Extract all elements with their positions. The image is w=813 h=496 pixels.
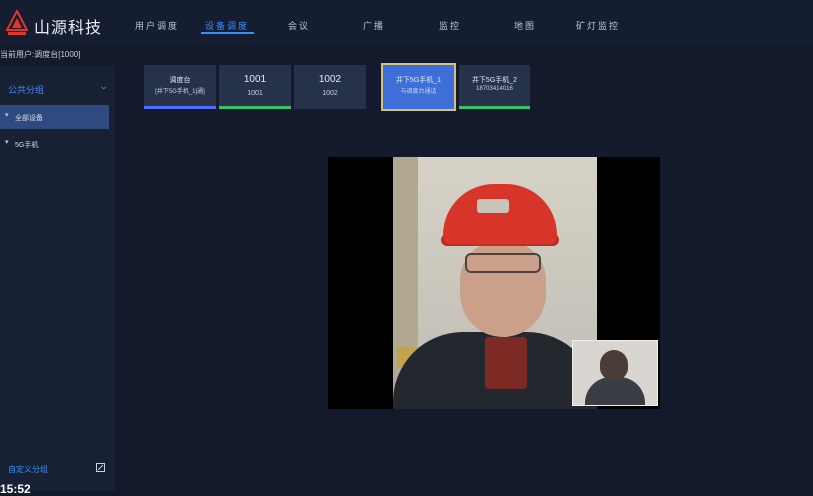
tree-item-label: 全部设备 [15,115,43,122]
tile-subtitle: 18703414016 [476,86,513,92]
local-video-pip[interactable] [572,340,658,406]
nav-meeting[interactable]: 会议 [288,19,310,32]
pip-head [600,350,628,380]
device-tile-1002[interactable]: 1002 1002 [294,65,366,109]
tile-subtitle: 1001 [247,90,263,97]
chevron-down-icon[interactable]: ⌄ [98,81,109,92]
clock: 15:52 [0,482,31,496]
caret-down-icon: ▾ [5,139,9,146]
caret-down-icon: ▾ [5,112,9,119]
tile-title: 井下5G手机_2 [471,77,518,84]
tree-item-5g-phone[interactable]: ▾ 5G手机 [0,132,109,156]
nav-minelamp-monitor[interactable]: 矿灯监控 [576,19,620,32]
nav-broadcast[interactable]: 广播 [363,19,385,32]
nav-user-dispatch[interactable]: 用户调度 [135,19,179,32]
custom-group-label[interactable]: 自定义分组 [8,464,48,475]
tile-status-bar [294,106,366,109]
tile-title: 调度台 [169,77,191,84]
tile-status-bar [219,106,291,109]
tile-subtitle: 1002 [322,90,338,97]
tile-status-bar [144,106,216,109]
collar [485,337,527,389]
nav-device-dispatch[interactable]: 设备调度 [205,19,249,32]
nav-map[interactable]: 地图 [514,19,536,32]
device-tile-5g-phone-1[interactable]: 井下5G手机_1 与调度台通话 [381,63,456,111]
tile-subtitle: [井下5G手机_1]通] [155,89,205,95]
tile-status-bar [459,106,530,109]
tile-title: 1001 [243,74,267,85]
nav-active-underline [201,32,254,34]
helmet-lamp [477,199,509,213]
device-tile-5g-phone-2[interactable]: 井下5G手机_2 18703414016 [459,65,530,109]
helmet [443,184,557,244]
device-tile-1001[interactable]: 1001 1001 [219,65,291,109]
current-user-label: 当前用户:调度台[1000] [0,50,81,59]
pip-body [585,377,645,405]
video-call-frame[interactable] [328,157,660,409]
sidebar: 公共分组 ⌄ ▾ 全部设备 ▾ 5G手机 自定义分组 [0,66,115,491]
logo-icon [6,10,28,35]
edit-icon[interactable] [96,463,105,472]
device-tile-dispatch-console[interactable]: 调度台 [井下5G手机_1]通] [144,65,216,109]
glasses [465,253,541,273]
tile-title: 1002 [318,74,342,85]
tree-item-label: 5G手机 [15,142,39,149]
tile-status-bar [383,106,454,109]
tile-subtitle: 与调度台通话 [400,89,437,95]
remote-video [393,157,597,409]
group-header-public[interactable]: 公共分组 [8,83,44,96]
tile-title: 井下5G手机_1 [395,77,442,84]
top-bar: 山源科技 用户调度 设备调度 会议 广播 监控 地图 矿灯监控 [0,0,813,44]
nav-monitor[interactable]: 监控 [439,19,461,32]
tree-item-all-devices[interactable]: ▾ 全部设备 [0,105,109,129]
app-title: 山源科技 [34,20,103,37]
